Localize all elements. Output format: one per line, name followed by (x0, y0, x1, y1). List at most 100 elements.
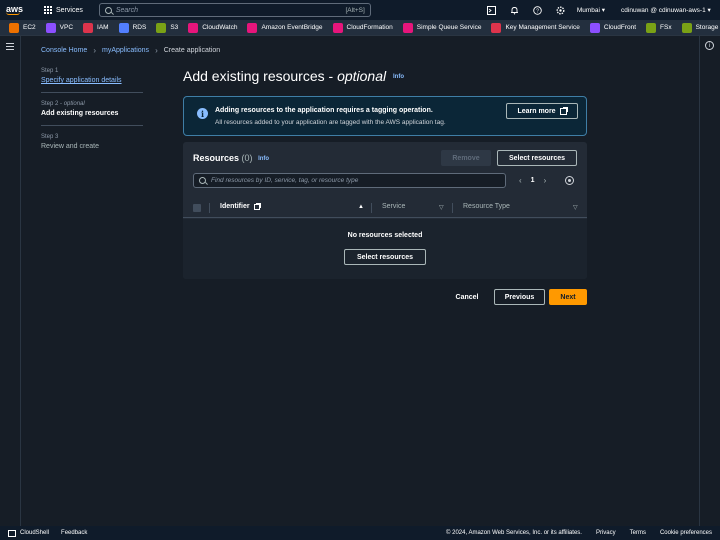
favorite-rds[interactable]: RDS (118, 22, 147, 33)
cookie-preferences-link[interactable]: Cookie preferences (660, 530, 712, 536)
previous-button[interactable]: Previous (494, 289, 545, 305)
favorite-cloudwatch[interactable]: CloudWatch (188, 22, 238, 33)
resources-count: (0) (241, 153, 253, 163)
favorite-vpc[interactable]: VPC (45, 22, 74, 33)
breadcrumb-console-home[interactable]: Console Home (41, 47, 87, 54)
bottom-bar: CloudShell Feedback © 2024, Amazon Web S… (0, 526, 720, 540)
search-input[interactable]: Search [Alt+S] (98, 3, 371, 17)
favorite-ec2[interactable]: EC2 (9, 22, 36, 33)
favorite-label: Key Management Service (505, 24, 580, 31)
cloudshell-icon[interactable] (486, 5, 496, 15)
privacy-link[interactable]: Privacy (596, 530, 616, 536)
step-label-review: Review and create (41, 143, 99, 150)
page-title-text: Add existing resources - (183, 68, 338, 84)
sort-icon[interactable]: ▽ (439, 204, 444, 211)
menu-icon[interactable] (6, 43, 14, 50)
step-number: Step 3 (41, 134, 59, 140)
resources-info-link[interactable]: Info (258, 156, 269, 162)
bell-icon[interactable] (510, 6, 519, 15)
favorite-label: CloudWatch (202, 24, 238, 31)
empty-select-resources-button[interactable]: Select resources (344, 249, 426, 265)
favorite-fsx[interactable]: FSx (646, 22, 672, 33)
info-icon: i (197, 108, 208, 119)
terms-link[interactable]: Terms (630, 530, 646, 536)
favorite-storage-gatewa[interactable]: Storage Gatewa (681, 22, 720, 33)
side-divider (20, 36, 21, 526)
search-shortcut: [Alt+S] (345, 6, 365, 14)
cloudshell-icon[interactable] (8, 529, 16, 537)
region-selector[interactable]: Mumbai ▾ (577, 6, 605, 14)
services-label: Services (56, 6, 83, 14)
info-link[interactable]: Info (393, 74, 404, 80)
column-header-identifier[interactable]: Identifier (220, 202, 261, 210)
breadcrumb-my-applications[interactable]: myApplications (102, 47, 149, 54)
empty-state-text: No resources selected (347, 232, 423, 239)
next-button[interactable]: Next (549, 289, 587, 305)
favorite-iam[interactable]: IAM (83, 22, 109, 33)
favorite-label: Simple Queue Service (416, 24, 482, 31)
column-header-service[interactable]: Service (382, 203, 405, 210)
region-label: Mumbai (576, 7, 600, 14)
select-resources-button[interactable]: Select resources (497, 150, 577, 166)
chevron-left-icon[interactable]: ‹ (519, 176, 522, 185)
column-header-resource-type[interactable]: Resource Type (463, 203, 510, 210)
service-icon (45, 22, 56, 33)
wizard-step-2: Step 2 - optional Add existing resources (41, 101, 143, 126)
aws-logo[interactable]: aws (6, 5, 28, 15)
sort-ascending-icon[interactable]: ▲ (358, 204, 364, 210)
chevron-right-icon[interactable]: › (544, 176, 547, 185)
cloudshell-link[interactable]: CloudShell (20, 530, 49, 536)
aws-logo-text: aws (6, 4, 24, 14)
feedback-link[interactable]: Feedback (61, 530, 87, 536)
service-icon (402, 22, 413, 33)
table-header: Identifier ▲ Service ▽ Resource Type ▽ (183, 198, 587, 218)
svg-text:?: ? (536, 8, 539, 14)
grid-icon (44, 6, 52, 14)
service-icon (188, 22, 199, 33)
table-settings-icon[interactable] (565, 176, 574, 185)
favorite-label: IAM (97, 24, 109, 31)
page-number[interactable]: 1 (531, 177, 535, 184)
service-icon (156, 22, 167, 33)
resources-title-text: Resources (193, 153, 240, 163)
favorite-label: EC2 (23, 24, 36, 31)
resources-filter-input[interactable]: Find resources by ID, service, tag, or r… (193, 173, 506, 188)
step-link-specify-details[interactable]: Specify application details (41, 77, 143, 84)
top-navigation: aws Services Search [Alt+S] ? Mumbai ▾ c… (0, 0, 720, 20)
breadcrumb: Console Home › myApplications › Create a… (41, 46, 220, 55)
favorite-cloudfront[interactable]: CloudFront (589, 22, 636, 33)
page-title: Add existing resources - optional Info (183, 68, 404, 84)
cancel-button[interactable]: Cancel (448, 289, 486, 305)
resources-title: Resources (0) Info (193, 153, 269, 163)
favorite-s3[interactable]: S3 (156, 22, 178, 33)
remove-button[interactable]: Remove (441, 150, 491, 166)
search-icon (199, 177, 206, 184)
gear-icon[interactable] (556, 6, 565, 15)
alert-title: Adding resources to the application requ… (215, 107, 433, 114)
table-body: No resources selected Select resources (183, 219, 587, 279)
service-icon (83, 22, 94, 33)
step-number: Step 1 (41, 68, 59, 74)
external-link-icon (253, 202, 261, 210)
search-placeholder: Search (115, 6, 139, 14)
select-all-checkbox[interactable] (193, 204, 201, 212)
copyright-text: © 2024, Amazon Web Services, Inc. or its… (446, 530, 582, 536)
sort-icon[interactable]: ▽ (573, 204, 578, 211)
favorite-label: RDS (132, 24, 147, 31)
favorite-label: VPC (59, 24, 74, 31)
service-icon (9, 22, 19, 33)
favorite-key-management-service[interactable]: Key Management Service (491, 22, 580, 33)
wizard-step-3: Step 3 Review and create (41, 134, 143, 158)
help-icon[interactable]: ? (533, 5, 542, 15)
page-title-optional: optional (337, 68, 387, 84)
favorite-cloudformation[interactable]: CloudFormation (332, 22, 393, 33)
alert-body: All resources added to your application … (215, 119, 446, 126)
learn-more-button[interactable]: Learn more (506, 103, 578, 119)
favorite-amazon-eventbridge[interactable]: Amazon EventBridge (247, 22, 323, 33)
info-panel-icon[interactable]: i (705, 41, 714, 50)
account-menu[interactable]: cdinuwan @ cdinuwan-aws-1 ▾ (621, 6, 711, 14)
favorite-label: Amazon EventBridge (261, 24, 323, 31)
filter-placeholder: Find resources by ID, service, tag, or r… (211, 177, 359, 184)
services-menu[interactable]: Services (44, 6, 83, 14)
favorite-simple-queue-service[interactable]: Simple Queue Service (402, 22, 482, 33)
